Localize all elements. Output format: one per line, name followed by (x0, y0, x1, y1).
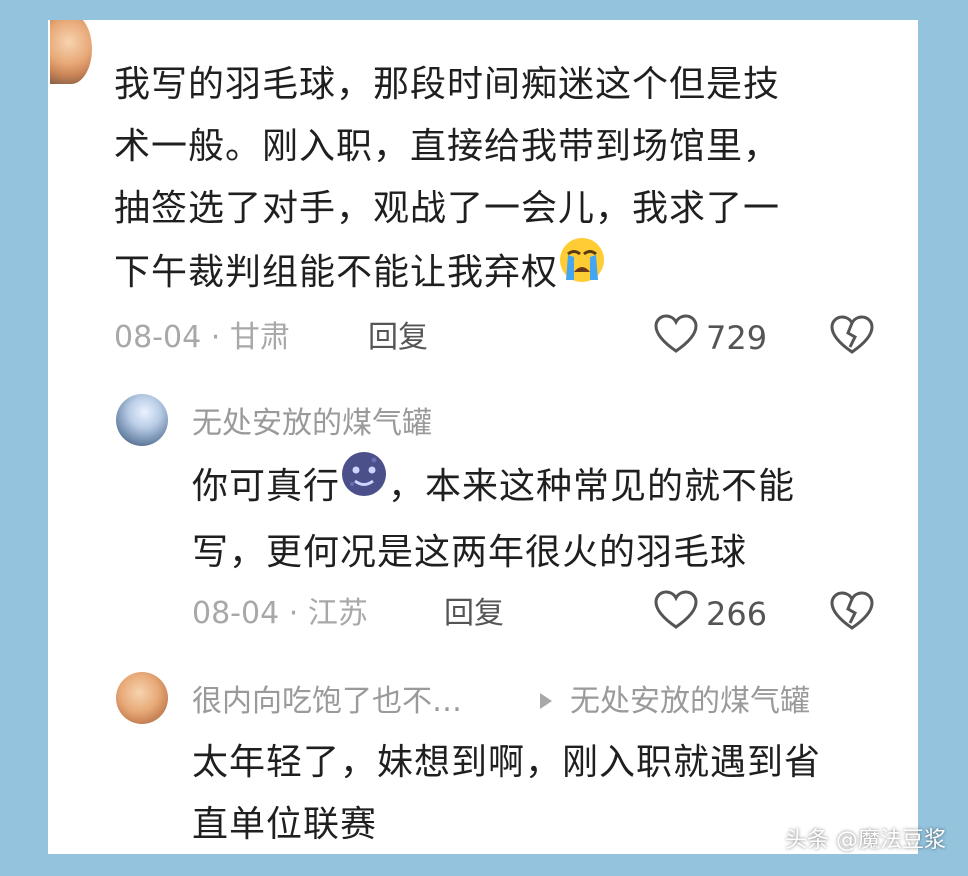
like-count: 266 (706, 595, 768, 633)
heart-outline-icon[interactable] (654, 590, 698, 634)
like-count: 729 (706, 319, 768, 357)
comment-meta: 08-04 · 甘肃 (114, 320, 290, 355)
comment-card: 很内向吃饱了也不说一直吃 我写的羽毛球，那段时间痴迷这个但是技 术一般。刚入职，… (48, 20, 918, 854)
avatar[interactable] (116, 672, 168, 724)
watermark: 头条 @魔法豆浆 (785, 828, 946, 853)
comment-text: 你可真行 ，本来这种常见的就不能 写，更何况是这两年很火的羽毛球 (192, 452, 902, 584)
heart-outline-icon[interactable] (654, 314, 698, 358)
comment-author[interactable]: 很内向吃饱了也不说一直吃 (114, 20, 474, 36)
avatar[interactable] (116, 394, 168, 446)
reply-button[interactable]: 回复 (368, 318, 428, 358)
comment-meta: 08-04 · 江苏 (192, 596, 368, 631)
broken-heart-icon[interactable] (830, 591, 874, 635)
broken-heart-icon[interactable] (830, 315, 874, 359)
comment-text: 我写的羽毛球，那段时间痴迷这个但是技 术一般。刚入职，直接给我带到场馆里， 抽签… (114, 54, 904, 308)
comment-author[interactable]: 无处安放的煤气罐 (192, 404, 432, 444)
comment-author[interactable]: 很内向吃饱了也不… (192, 682, 462, 722)
reply-button[interactable]: 回复 (444, 594, 504, 634)
crying-face-emoji (558, 236, 606, 304)
reply-to-author[interactable]: 无处安放的煤气罐 (570, 682, 810, 722)
avatar[interactable] (50, 20, 92, 84)
new-moon-face-emoji (340, 450, 388, 518)
play-triangle-icon (538, 691, 554, 715)
